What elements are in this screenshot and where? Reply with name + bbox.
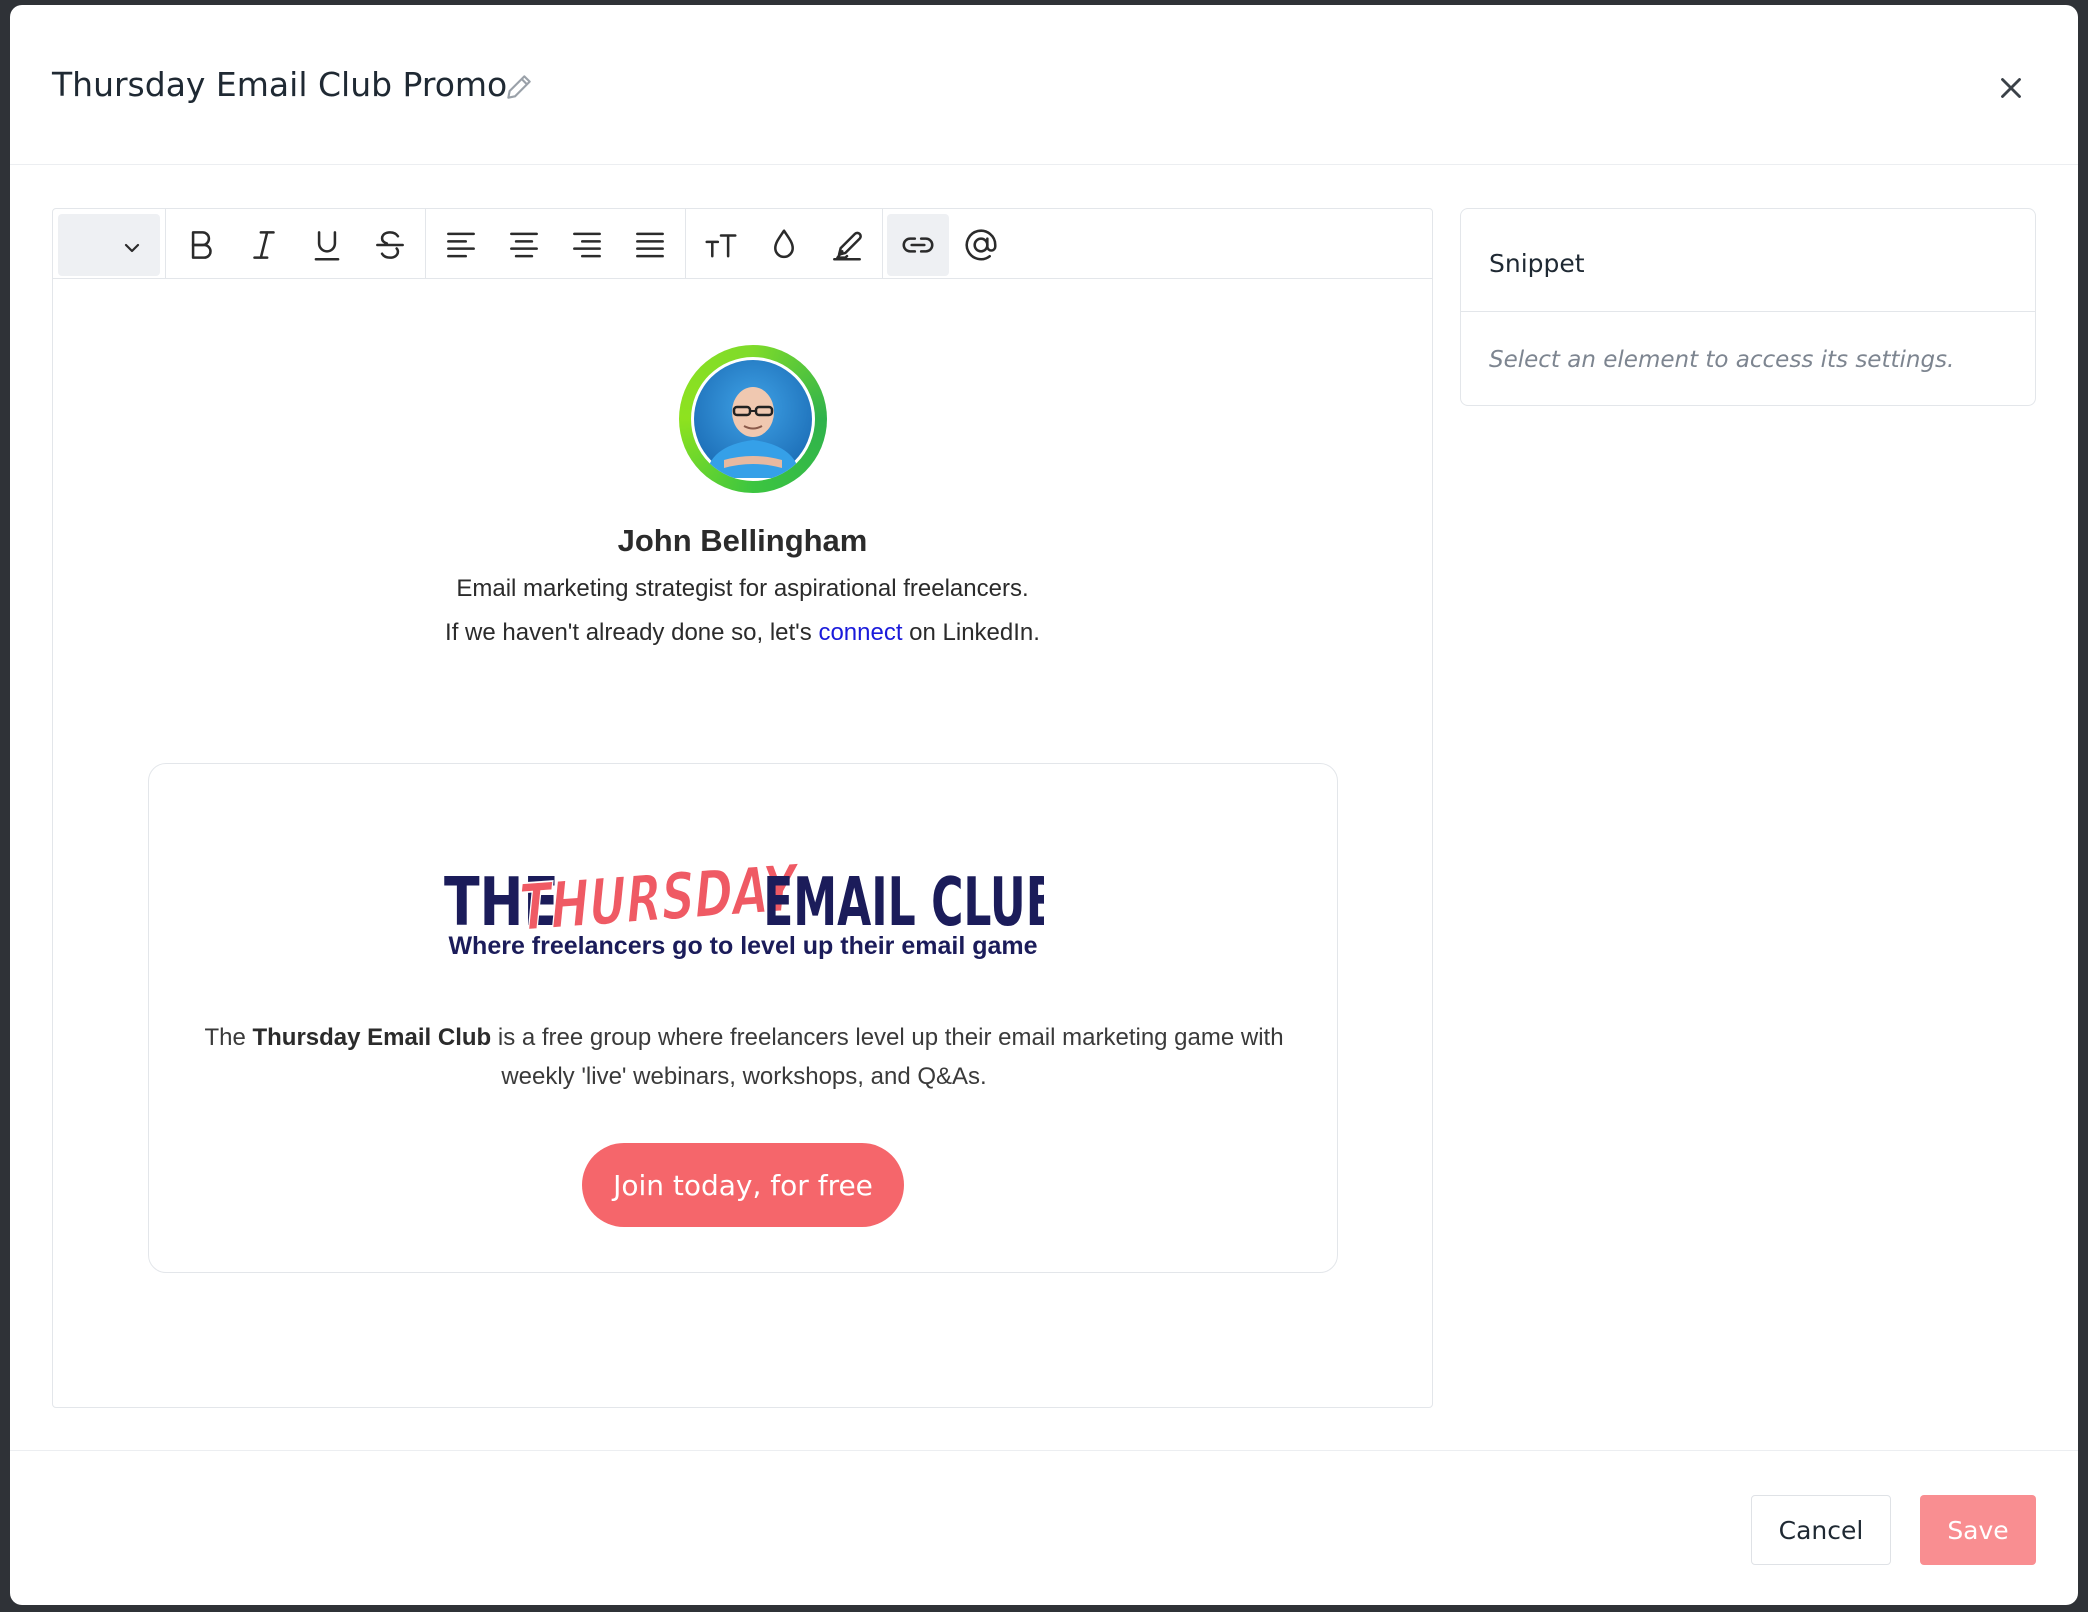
snippet-editor-modal: Thursday Email Club Promo John Bellingha…	[10, 5, 2078, 1605]
highlight-button[interactable]	[816, 214, 878, 276]
panel-hint: Select an element to access its settings…	[1489, 347, 1955, 373]
highlight-icon	[833, 231, 862, 261]
underline-button[interactable]	[296, 214, 358, 276]
profile-name: John Bellingham	[617, 523, 868, 558]
promo-description: The Thursday Email Club is a free group …	[169, 1018, 1319, 1096]
align-right-button[interactable]	[556, 214, 618, 276]
align-left-button[interactable]	[430, 214, 492, 276]
toolbar-divider	[165, 209, 166, 279]
italic-icon	[253, 231, 275, 259]
promo-tagline: Where freelancers go to level up their e…	[448, 932, 1038, 960]
profile-tagline: Email marketing strategist for aspiratio…	[456, 575, 1029, 602]
promo-desc-bold: Thursday Email Club	[252, 1024, 492, 1051]
logo-email-club: EMAIL CLUB	[763, 865, 1044, 942]
align-center-button[interactable]	[493, 214, 555, 276]
pencil-icon[interactable]	[503, 71, 535, 103]
join-button[interactable]: Join today, for free	[582, 1143, 904, 1227]
bold-button[interactable]	[170, 214, 232, 276]
promo-card[interactable]: THE THURSDAY EMAIL CLUB Where freelancer…	[148, 763, 1338, 1273]
close-icon[interactable]	[1994, 71, 2028, 105]
panel-divider	[1461, 311, 2035, 312]
mention-icon	[965, 229, 997, 261]
panel-title: Snippet	[1489, 249, 1585, 278]
toolbar-divider	[882, 209, 883, 279]
block-type-select[interactable]	[58, 214, 160, 276]
editor: John Bellingham Email marketing strategi…	[52, 208, 1433, 1408]
snippet-settings-panel: Snippet Select an element to access its …	[1460, 208, 2036, 406]
editor-toolbar	[53, 209, 1432, 279]
linkedin-suffix: on LinkedIn.	[902, 619, 1040, 646]
bold-icon	[191, 231, 212, 259]
linkedin-line: If we haven't already done so, let's con…	[53, 619, 1432, 647]
align-right-icon	[573, 232, 601, 258]
font-size-icon	[705, 234, 737, 258]
cancel-button[interactable]: Cancel	[1751, 1495, 1891, 1565]
promo-desc-suffix: is a free group where freelancers level …	[491, 1024, 1284, 1090]
strikethrough-button[interactable]	[359, 214, 421, 276]
link-button[interactable]	[887, 214, 949, 276]
text-color-icon	[774, 229, 794, 259]
modal-header: Thursday Email Club Promo	[10, 5, 2078, 165]
avatar[interactable]	[679, 345, 827, 493]
editor-content[interactable]: John Bellingham Email marketing strategi…	[53, 279, 1432, 1409]
avatar-photo	[691, 357, 815, 481]
chevron-down-icon	[124, 243, 140, 253]
toolbar-divider	[685, 209, 686, 279]
link-icon	[902, 237, 934, 253]
align-center-icon	[510, 232, 538, 258]
mention-button[interactable]	[950, 214, 1012, 276]
toolbar-divider	[425, 209, 426, 279]
promo-desc-prefix: The	[204, 1024, 253, 1051]
font-size-button[interactable]	[690, 214, 752, 276]
modal-title: Thursday Email Club Promo	[52, 65, 508, 104]
italic-button[interactable]	[233, 214, 295, 276]
align-justify-button[interactable]	[619, 214, 681, 276]
footer-divider	[10, 1450, 2078, 1451]
linkedin-connect-link[interactable]: connect	[818, 619, 902, 646]
strikethrough-icon	[376, 231, 404, 259]
linkedin-prefix: If we haven't already done so, let's	[445, 619, 819, 646]
text-color-button[interactable]	[753, 214, 815, 276]
underline-icon	[314, 231, 340, 261]
align-justify-icon	[636, 232, 664, 258]
save-button[interactable]: Save	[1920, 1495, 2036, 1565]
align-left-icon	[447, 232, 475, 258]
